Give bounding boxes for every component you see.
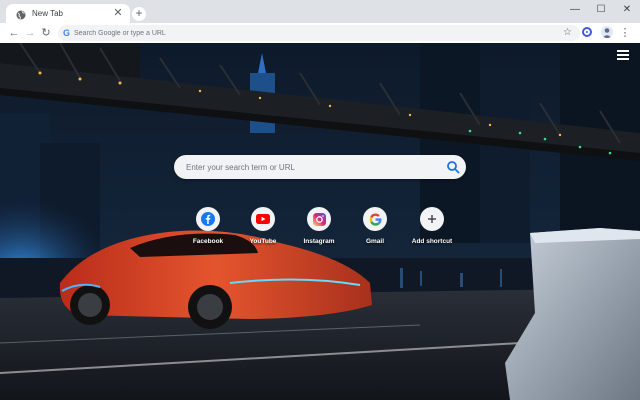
forward-button[interactable]: → xyxy=(22,25,38,41)
shortcuts-row: Facebook YouTube Instagram Gmail Add sho… xyxy=(188,207,458,251)
shortcut-label: Add shortcut xyxy=(411,238,453,245)
window-controls: — ☐ ✕ xyxy=(562,0,640,20)
close-window-button[interactable]: ✕ xyxy=(614,0,640,20)
browser-toolbar: ← → ↻ G ☆ ⋮ xyxy=(0,23,640,43)
shortcut-facebook[interactable]: Facebook xyxy=(180,207,234,251)
globe-icon xyxy=(16,10,26,20)
youtube-icon xyxy=(256,214,270,224)
google-g-icon: G xyxy=(63,28,71,38)
google-icon xyxy=(369,213,381,226)
shortcut-add[interactable]: Add shortcut xyxy=(404,207,458,251)
extension-icon[interactable] xyxy=(582,27,592,37)
shortcut-label: Instagram xyxy=(303,238,335,245)
new-tab-button[interactable]: + xyxy=(132,7,146,21)
shortcut-youtube[interactable]: YouTube xyxy=(235,207,289,251)
shortcut-instagram[interactable]: Instagram xyxy=(291,207,345,251)
search-input[interactable] xyxy=(186,155,436,179)
omnibox[interactable]: G ☆ xyxy=(58,25,580,41)
facebook-icon xyxy=(201,212,215,226)
search-box[interactable] xyxy=(174,155,466,179)
shortcut-label: Gmail xyxy=(365,238,385,245)
maximize-button[interactable]: ☐ xyxy=(588,0,614,20)
person-icon xyxy=(602,28,612,38)
tab-title: New Tab xyxy=(32,9,63,18)
new-tab-page: Facebook YouTube Instagram xyxy=(0,43,640,400)
search-icon[interactable] xyxy=(446,160,460,174)
menu-icon[interactable] xyxy=(617,50,629,60)
back-button[interactable]: ← xyxy=(6,25,22,41)
close-tab-icon[interactable]: ✕ xyxy=(112,7,124,19)
shortcut-gmail[interactable]: Gmail xyxy=(347,207,401,251)
reload-button[interactable]: ↻ xyxy=(38,25,54,41)
instagram-icon xyxy=(312,212,326,226)
browser-menu-button[interactable]: ⋮ xyxy=(619,25,631,41)
minimize-button[interactable]: — xyxy=(562,0,588,20)
shortcut-label: YouTube xyxy=(249,238,277,245)
plus-icon xyxy=(428,215,436,223)
address-bar-input[interactable] xyxy=(74,25,544,41)
profile-avatar-icon[interactable] xyxy=(601,26,613,38)
shortcut-label: Facebook xyxy=(192,238,224,245)
bookmark-star-icon[interactable]: ☆ xyxy=(563,27,572,38)
